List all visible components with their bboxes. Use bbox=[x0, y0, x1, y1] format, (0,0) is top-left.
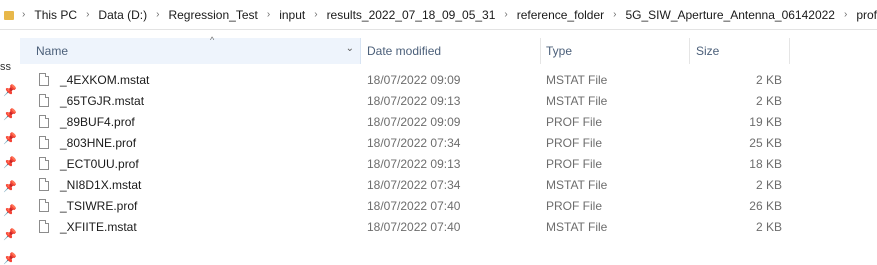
file-date: 18/07/2022 07:40 bbox=[367, 220, 461, 234]
file-size: 2 KB bbox=[755, 178, 782, 192]
file-name: _4EXKOM.mstat bbox=[60, 73, 150, 87]
pin-icon: 📌 bbox=[3, 133, 17, 145]
table-row[interactable]: _ECT0UU.prof 18/07/2022 09:13 PROF File … bbox=[20, 154, 877, 175]
table-row[interactable]: _NI8D1X.mstat 18/07/2022 07:34 MSTAT Fil… bbox=[20, 175, 877, 196]
file-icon bbox=[39, 115, 49, 128]
column-header-name-label: Name bbox=[36, 44, 69, 58]
file-size: 2 KB bbox=[755, 220, 782, 234]
file-icon bbox=[39, 220, 49, 233]
breadcrumb-item-regression-test[interactable]: Regression_Test bbox=[168, 8, 257, 22]
table-row[interactable]: _XFIITE.mstat 18/07/2022 07:40 MSTAT Fil… bbox=[20, 217, 877, 238]
file-date: 18/07/2022 09:13 bbox=[367, 157, 461, 171]
chevron-right-icon[interactable]: › bbox=[22, 9, 25, 20]
file-size: 26 KB bbox=[749, 199, 782, 213]
table-row[interactable]: _TSIWRE.prof 18/07/2022 07:40 PROF File … bbox=[20, 196, 877, 217]
file-date: 18/07/2022 09:13 bbox=[367, 94, 461, 108]
column-header-date-modified[interactable]: Date modified bbox=[361, 38, 540, 64]
table-row[interactable]: _803HNE.prof 18/07/2022 07:34 PROF File … bbox=[20, 133, 877, 154]
file-name: _803HNE.prof bbox=[60, 136, 137, 150]
chevron-right-icon[interactable]: › bbox=[504, 9, 507, 20]
sort-ascending-icon: ^ bbox=[210, 35, 215, 45]
file-date: 18/07/2022 07:40 bbox=[367, 199, 461, 213]
file-type: MSTAT File bbox=[546, 94, 608, 108]
breadcrumb-item-results[interactable]: results_2022_07_18_09_05_31 bbox=[327, 8, 496, 22]
chevron-down-icon[interactable]: ⌄ bbox=[346, 43, 354, 54]
table-row[interactable]: _65TGJR.mstat 18/07/2022 09:13 MSTAT Fil… bbox=[20, 91, 877, 112]
file-date: 18/07/2022 09:09 bbox=[367, 73, 461, 87]
address-bar[interactable]: › This PC › Data (D:) › Regression_Test … bbox=[0, 0, 877, 30]
nav-item-label[interactable]: ss bbox=[0, 61, 11, 73]
breadcrumb-item-input[interactable]: input bbox=[279, 8, 305, 22]
column-header-name[interactable]: ^ Name ⌄ bbox=[20, 35, 361, 64]
file-type: PROF File bbox=[546, 136, 603, 150]
column-header-size-label: Size bbox=[696, 44, 720, 58]
file-size: 2 KB bbox=[755, 73, 782, 87]
table-row[interactable]: _89BUF4.prof 18/07/2022 09:09 PROF File … bbox=[20, 112, 877, 133]
column-header-date-label: Date modified bbox=[367, 44, 442, 58]
pin-icon: 📌 bbox=[3, 157, 17, 169]
file-type: MSTAT File bbox=[546, 73, 608, 87]
file-icon bbox=[39, 199, 49, 212]
breadcrumb-item-data-drive[interactable]: Data (D:) bbox=[98, 8, 147, 22]
file-size: 19 KB bbox=[749, 115, 782, 129]
file-icon bbox=[39, 157, 49, 170]
column-divider[interactable] bbox=[789, 38, 790, 64]
pin-icon: 📌 bbox=[3, 229, 17, 241]
file-icon bbox=[39, 136, 49, 149]
table-row[interactable]: _4EXKOM.mstat 18/07/2022 09:09 MSTAT Fil… bbox=[20, 70, 877, 91]
file-type: MSTAT File bbox=[546, 220, 608, 234]
chevron-right-icon[interactable]: › bbox=[613, 9, 616, 20]
file-type: PROF File bbox=[546, 115, 603, 129]
file-name: _ECT0UU.prof bbox=[60, 157, 139, 171]
file-name: _65TGJR.mstat bbox=[60, 94, 145, 108]
file-type: PROF File bbox=[546, 157, 603, 171]
file-size: 25 KB bbox=[749, 136, 782, 150]
file-date: 18/07/2022 07:34 bbox=[367, 136, 461, 150]
file-name: _NI8D1X.mstat bbox=[60, 178, 142, 192]
chevron-right-icon[interactable]: › bbox=[844, 9, 847, 20]
file-size: 2 KB bbox=[755, 94, 782, 108]
file-size: 18 KB bbox=[749, 157, 782, 171]
file-list: _4EXKOM.mstat 18/07/2022 09:09 MSTAT Fil… bbox=[20, 70, 877, 238]
file-icon bbox=[39, 73, 49, 86]
column-header-type[interactable]: Type bbox=[540, 38, 689, 64]
file-name: _89BUF4.prof bbox=[60, 115, 135, 129]
file-icon bbox=[39, 178, 49, 191]
file-name: _TSIWRE.prof bbox=[60, 199, 138, 213]
file-type: PROF File bbox=[546, 199, 603, 213]
breadcrumb-item-this-pc[interactable]: This PC bbox=[34, 8, 77, 22]
breadcrumb-item-antenna[interactable]: 5G_SIW_Aperture_Antenna_06142022 bbox=[625, 8, 835, 22]
file-date: 18/07/2022 09:09 bbox=[367, 115, 461, 129]
file-name: _XFIITE.mstat bbox=[60, 220, 137, 234]
file-icon bbox=[39, 94, 49, 107]
chevron-right-icon[interactable]: › bbox=[86, 9, 89, 20]
folder-icon bbox=[4, 9, 15, 21]
pin-icon: 📌 bbox=[3, 85, 17, 97]
pin-icon: 📌 bbox=[3, 181, 17, 193]
file-date: 18/07/2022 07:34 bbox=[367, 178, 461, 192]
chevron-right-icon[interactable]: › bbox=[156, 9, 159, 20]
chevron-right-icon[interactable]: › bbox=[267, 9, 270, 20]
column-header-type-label: Type bbox=[546, 44, 573, 58]
breadcrumb-item-prof[interactable]: prof bbox=[856, 8, 877, 22]
column-header-size[interactable]: Size bbox=[689, 38, 789, 64]
pin-icon: 📌 bbox=[3, 205, 17, 217]
file-type: MSTAT File bbox=[546, 178, 608, 192]
chevron-right-icon[interactable]: › bbox=[314, 9, 317, 20]
breadcrumb-item-reference-folder[interactable]: reference_folder bbox=[517, 8, 604, 22]
pin-icon: 📌 bbox=[3, 253, 17, 265]
breadcrumb: › This PC › Data (D:) › Regression_Test … bbox=[13, 8, 877, 22]
pin-icon: 📌 bbox=[3, 109, 17, 121]
